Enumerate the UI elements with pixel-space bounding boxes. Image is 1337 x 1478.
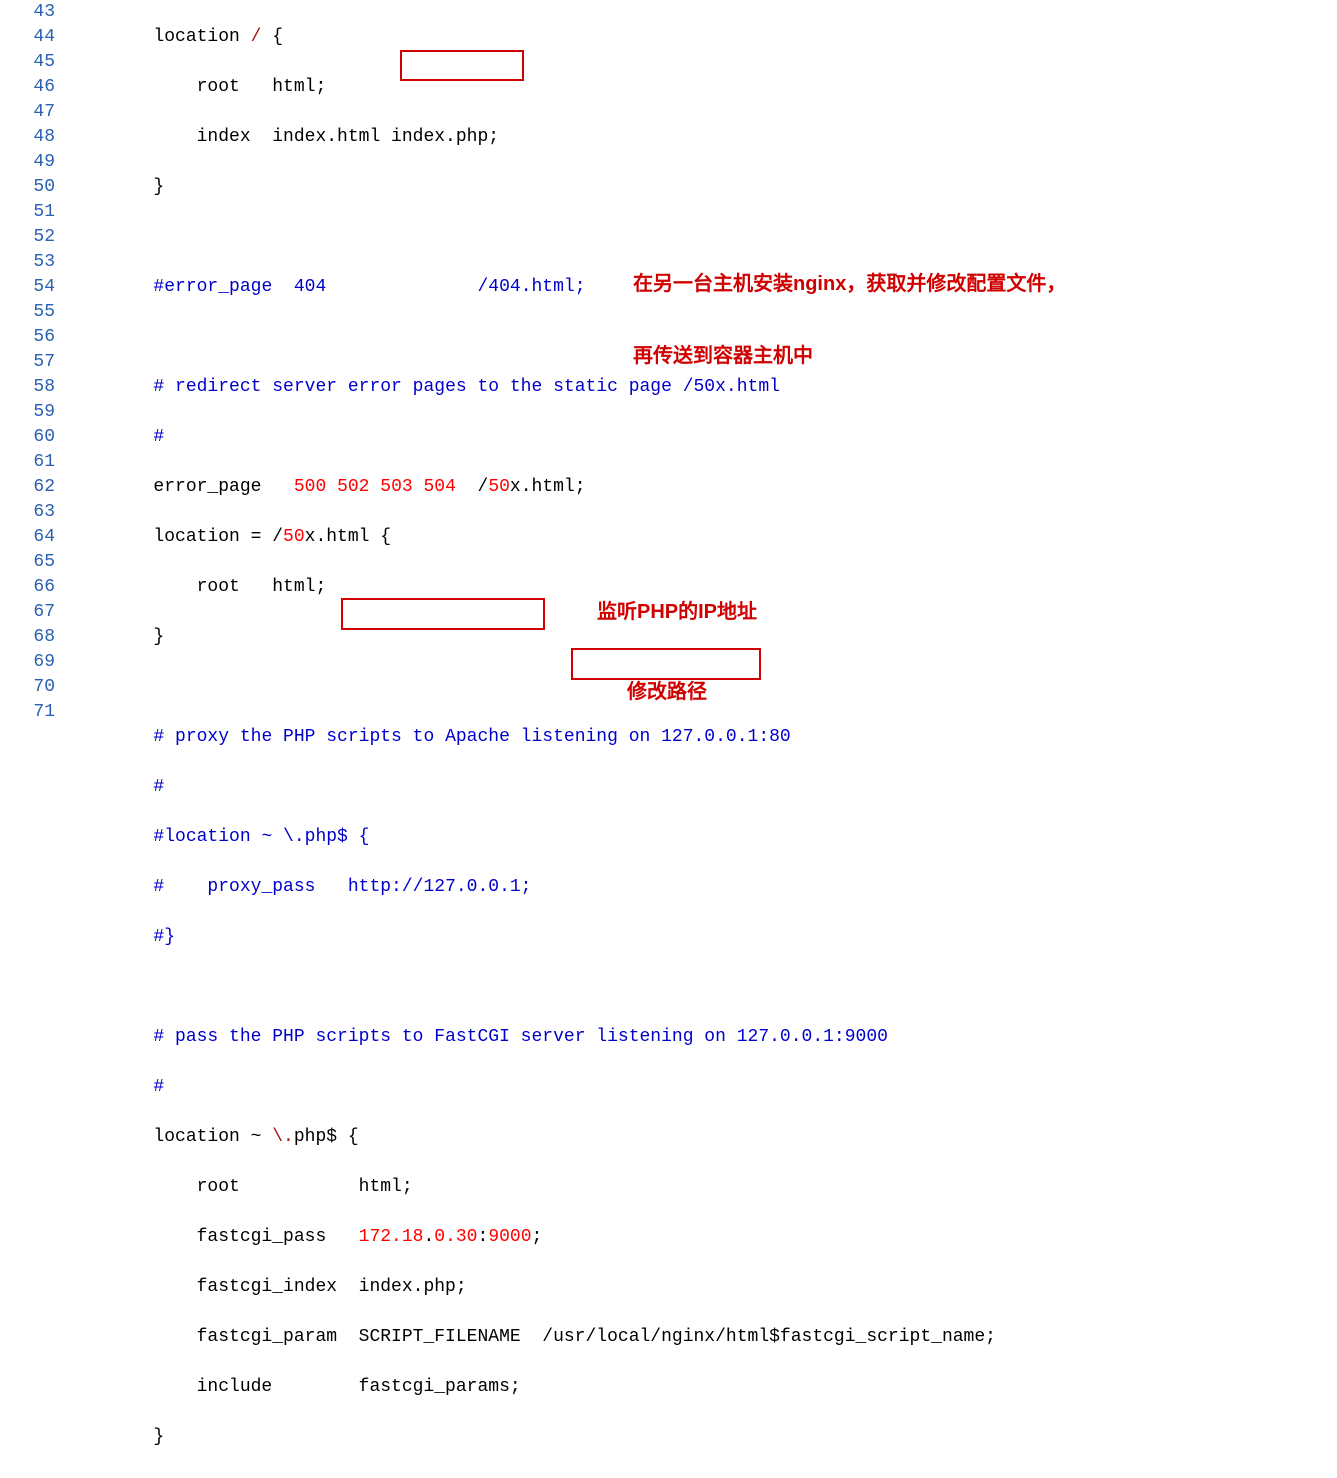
code-line: # <box>67 1075 1337 1100</box>
code-line: #} <box>67 925 1337 950</box>
line-number: 65 <box>0 550 55 575</box>
code-line: error_page 500 502 503 504 /50x.html; <box>67 475 1337 500</box>
line-number: 57 <box>0 350 55 375</box>
annotation-listen-php-ip: 监听PHP的IP地址 <box>597 600 757 624</box>
code-line: } <box>67 175 1337 200</box>
line-number: 48 <box>0 125 55 150</box>
line-number: 68 <box>0 625 55 650</box>
code-line: include fastcgi_params; <box>67 1375 1337 1400</box>
code-line <box>67 975 1337 1000</box>
code-line: location / { <box>67 25 1337 50</box>
line-number: 60 <box>0 425 55 450</box>
line-number: 67 <box>0 600 55 625</box>
annotation-text: 在另一台主机安装nginx，获取并修改配置文件， <box>633 272 1066 296</box>
line-number: 56 <box>0 325 55 350</box>
code-line: location ~ \.php$ { <box>67 1125 1337 1150</box>
code-line: root html; <box>67 1175 1337 1200</box>
line-number: 52 <box>0 225 55 250</box>
line-number: 55 <box>0 300 55 325</box>
code-line: } <box>67 1425 1337 1450</box>
line-number: 71 <box>0 700 55 725</box>
line-number: 70 <box>0 675 55 700</box>
line-number: 51 <box>0 200 55 225</box>
line-number-gutter: 43 44 45 46 47 48 49 50 51 52 53 54 55 5… <box>0 0 67 1478</box>
code-line: root html; <box>67 75 1337 100</box>
line-number: 64 <box>0 525 55 550</box>
annotation-text: 再传送到容器主机中 <box>633 344 1066 368</box>
code-line: index index.html index.php; <box>67 125 1337 150</box>
line-number: 43 <box>0 0 55 25</box>
line-number: 58 <box>0 375 55 400</box>
line-number: 66 <box>0 575 55 600</box>
code-line: #location ~ \.php$ { <box>67 825 1337 850</box>
code-line: fastcgi_index index.php; <box>67 1275 1337 1300</box>
line-number: 47 <box>0 100 55 125</box>
line-number: 69 <box>0 650 55 675</box>
code-line: location = /50x.html { <box>67 525 1337 550</box>
code-line: fastcgi_param SCRIPT_FILENAME /usr/local… <box>67 1325 1337 1350</box>
line-number: 59 <box>0 400 55 425</box>
line-number: 46 <box>0 75 55 100</box>
code-area[interactable]: location / { root html; index index.html… <box>67 0 1337 1478</box>
code-line: root html; <box>67 575 1337 600</box>
code-line: } <box>67 625 1337 650</box>
code-editor: 43 44 45 46 47 48 49 50 51 52 53 54 55 5… <box>0 0 1337 1478</box>
code-line: # <box>67 775 1337 800</box>
line-number: 44 <box>0 25 55 50</box>
code-line: fastcgi_pass 172.18.0.30:9000; <box>67 1225 1337 1250</box>
line-number: 53 <box>0 250 55 275</box>
annotation-install-nginx: 在另一台主机安装nginx，获取并修改配置文件， 再传送到容器主机中 <box>633 224 1066 416</box>
annotation-modify-path: 修改路径 <box>627 680 707 704</box>
line-number: 61 <box>0 450 55 475</box>
line-number: 54 <box>0 275 55 300</box>
code-line: # proxy_pass http://127.0.0.1; <box>67 875 1337 900</box>
line-number: 50 <box>0 175 55 200</box>
code-line: # proxy the PHP scripts to Apache listen… <box>67 725 1337 750</box>
line-number: 45 <box>0 50 55 75</box>
code-line: # pass the PHP scripts to FastCGI server… <box>67 1025 1337 1050</box>
code-line: # <box>67 425 1337 450</box>
line-number: 62 <box>0 475 55 500</box>
line-number: 49 <box>0 150 55 175</box>
line-number: 63 <box>0 500 55 525</box>
